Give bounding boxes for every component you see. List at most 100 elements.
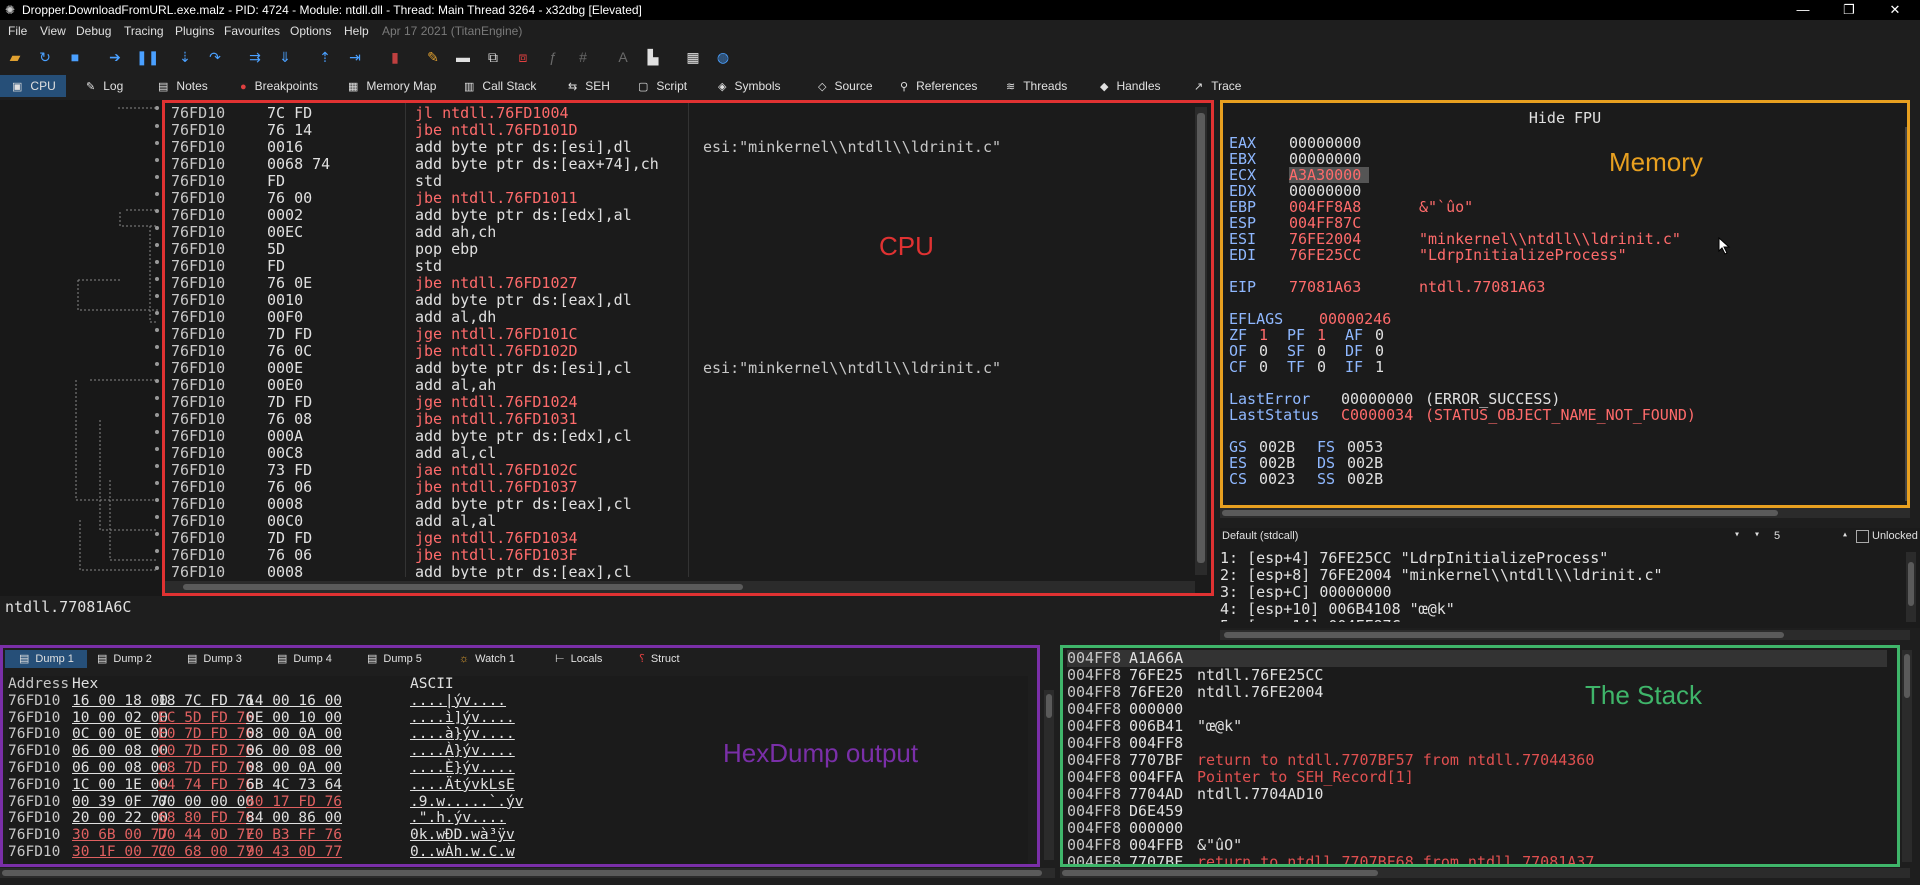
flag-value[interactable]: 1 — [1259, 327, 1287, 343]
dump-hex-group[interactable]: 06 00 08 00 — [72, 760, 168, 777]
dump-hex-group[interactable]: C0 68 00 77 — [158, 844, 254, 861]
args-scrollbar[interactable] — [1906, 552, 1916, 622]
disassembly-row[interactable]: 76FD10 0002 add byte ptr ds:[edx],al — [171, 207, 1191, 224]
dump-hex-group[interactable]: 16 00 18 00 — [72, 693, 168, 710]
flag-value[interactable]: 1 — [1317, 327, 1345, 343]
stack-row[interactable]: 004FF8 004FFA Pointer to SEH_Record[1] — [1067, 769, 1887, 786]
segment-value[interactable]: 002B — [1259, 455, 1317, 471]
dump-hex-group[interactable]: E0 B3 FF 76 — [246, 827, 342, 844]
memory-map-icon[interactable]: ▮ — [386, 48, 404, 66]
call-arg-row[interactable]: 4: [esp+10] 006B4108 "œ@k" — [1220, 601, 1910, 618]
tab-script[interactable]: ▢ Script — [638, 75, 687, 97]
dump-hex-group[interactable]: 10 00 02 00 — [72, 710, 168, 727]
flag-value[interactable]: 1 — [1375, 359, 1403, 375]
dump-ascii[interactable]: ....à}ýv.... — [410, 726, 515, 743]
disassembly-row[interactable]: 76FD10 73 FD jae ntdll.76FD102C — [171, 462, 1191, 479]
dump-ascii[interactable]: ....È}ýv.... — [410, 760, 515, 777]
dump-ascii[interactable]: ....ì]ýv.... — [410, 710, 515, 727]
disassembly-row[interactable]: 76FD10 76 06 jbe ntdll.76FD1037 — [171, 479, 1191, 496]
scroll-thumb[interactable] — [2, 870, 1042, 876]
stop-icon[interactable]: ■ — [66, 48, 84, 66]
scroll-thumb[interactable] — [1046, 694, 1052, 718]
hash-icon[interactable]: # — [574, 48, 592, 66]
tab-notes[interactable]: ▤ Notes — [158, 75, 208, 97]
scroll-thumb[interactable] — [1224, 632, 1784, 638]
arg-count-spinbox[interactable]: 5 — [1774, 530, 1780, 542]
stack-row[interactable]: 004FF8 7704AD ntdll.7704AD10 — [1067, 786, 1887, 803]
call-arg-row[interactable]: 1: [esp+4] 76FE25CC "LdrpInitializeProce… — [1220, 550, 1910, 567]
dump-hex-group[interactable]: 00 39 0F 77 — [72, 794, 168, 811]
register-value[interactable]: 00000000 — [1289, 183, 1419, 199]
dump-hex-group[interactable]: D0 44 0D 77 — [158, 827, 254, 844]
stack-row[interactable]: 004FF8 004FFB &"ûO" — [1067, 837, 1887, 854]
dump-ascii[interactable]: ....À}ýv.... — [410, 743, 515, 760]
dump-row[interactable]: 76FD10 00 39 0F 77 00 00 00 00 60 17 FD 76.… — [8, 794, 1028, 811]
stack-row[interactable]: 004FF8 006B41 "œ@k" — [1067, 718, 1887, 735]
segment-value[interactable]: 0023 — [1259, 471, 1317, 487]
register-value[interactable]: 004FF87C — [1289, 215, 1419, 231]
chevron-down-icon[interactable]: ▾ — [1734, 529, 1740, 540]
stack-row[interactable]: 004FF8 000000 — [1067, 820, 1887, 837]
dump-ascii[interactable]: .".h.ýv.... — [410, 810, 506, 827]
dump-hex-group[interactable]: 0C 00 0E 00 — [72, 726, 168, 743]
step-into-icon[interactable]: ⇣ — [176, 48, 194, 66]
step-over-icon[interactable]: ↷ — [206, 48, 224, 66]
calling-convention-select[interactable]: Default (stdcall) — [1222, 530, 1298, 542]
dump-ascii[interactable]: 0..wÀh.w.C.w — [410, 844, 515, 861]
function-icon[interactable]: ƒ — [544, 48, 562, 66]
disassembly-row[interactable]: 76FD10 FD std — [171, 258, 1191, 275]
comment-icon[interactable]: ⧉ — [484, 48, 502, 66]
dump-hex-group[interactable]: C4 74 FD 76 — [158, 777, 254, 794]
run-to-user-code-icon[interactable]: ⇥ — [346, 48, 364, 66]
tab-source[interactable]: ◇ Source — [818, 75, 873, 97]
disassembly-row[interactable]: 76FD10 76 0E jbe ntdll.76FD1027 — [171, 275, 1191, 292]
stack-horizontal-scrollbar[interactable] — [1060, 868, 1910, 878]
tab-threads[interactable]: ≋ Threads — [1006, 75, 1067, 97]
segment-value[interactable]: 002B — [1259, 439, 1317, 455]
dump-hex-group[interactable]: 06 00 08 00 — [246, 743, 342, 760]
args-horizontal-scrollbar[interactable] — [1220, 630, 1910, 640]
segment-value[interactable]: 0053 — [1347, 439, 1405, 455]
execute-till-return-icon[interactable]: ⇡ — [316, 48, 334, 66]
disassembly-row[interactable]: 76FD10 0016 add byte ptr ds:[esi],dl esi:"m… — [171, 139, 1191, 156]
tab-cpu[interactable]: ▣ CPU — [0, 75, 66, 97]
menu-file[interactable]: File — [8, 24, 27, 38]
tab-dump-3[interactable]: ▤ Dump 3 — [187, 650, 242, 668]
cpu-horizontal-scrollbar[interactable] — [165, 581, 1195, 593]
dump-hex-group[interactable]: 84 00 86 00 — [246, 810, 342, 827]
stack-vertical-scrollbar[interactable] — [1902, 650, 1912, 862]
dump-hex-group[interactable]: E0 7D FD 76 — [158, 726, 254, 743]
register-value[interactable]: 00000000 — [1289, 151, 1419, 167]
dump-hex-group[interactable]: 00 00 00 00 — [158, 794, 254, 811]
menu-debug[interactable]: Debug — [76, 24, 111, 38]
disassembly-row[interactable]: 76FD10 7D FD jge ntdll.76FD101C — [171, 326, 1191, 343]
dump-row[interactable]: 76FD10 10 00 02 00 EC 5D FD 76 0E 00 10 00.… — [8, 710, 1028, 727]
register-value[interactable]: 76FE25CC — [1289, 247, 1419, 263]
disassembly-row[interactable]: 76FD10 0008 add byte ptr ds:[eax],cl — [171, 496, 1191, 513]
stack-row[interactable]: 004FF8 7707BF return to ntdll.7707BF57 fro… — [1067, 752, 1887, 769]
trace-over-icon[interactable]: ⇓ — [276, 48, 294, 66]
dump-hex-group[interactable]: 20 00 22 00 — [72, 810, 168, 827]
flag-value[interactable]: 0 — [1259, 359, 1287, 375]
call-arguments-pane[interactable]: Default (stdcall) ▾ ▾ 5 ▴ Unlocked 1: [e… — [1220, 528, 1920, 628]
dump-hex-group[interactable]: 08 00 0A 00 — [246, 760, 342, 777]
disassembly-row[interactable]: 76FD10 7D FD jge ntdll.76FD1024 — [171, 394, 1191, 411]
registers-horizontal-scrollbar[interactable] — [1220, 508, 1910, 518]
disassembly-row[interactable]: 76FD10 0068 74 add byte ptr ds:[eax+74],ch — [171, 156, 1191, 173]
tab-struct[interactable]: ⸮ Struct — [639, 650, 680, 668]
disassembly-row[interactable]: 76FD10 000E add byte ptr ds:[esi],cl esi:"m… — [171, 360, 1191, 377]
disassembly-row[interactable]: 76FD10 00F0 add al,dh — [171, 309, 1191, 326]
font-icon[interactable]: A — [614, 48, 632, 66]
tab-watch-1[interactable]: ☼ Watch 1 — [459, 650, 515, 668]
calculator-icon[interactable]: ▦ — [684, 48, 702, 66]
menu-help[interactable]: Help — [344, 24, 369, 38]
menu-favourites[interactable]: Favourites — [224, 24, 280, 38]
dump-row[interactable]: 76FD10 30 1F 00 77 C0 68 00 77 90 43 0D 77 0… — [8, 844, 1028, 861]
dump-ascii[interactable]: ....ÄtývkLsE — [410, 777, 515, 794]
scroll-thumb[interactable] — [1904, 654, 1910, 698]
scroll-thumb[interactable] — [1908, 562, 1914, 606]
flag-value[interactable]: 0 — [1317, 343, 1345, 359]
disassembly-row[interactable]: 76FD10 76 06 jbe ntdll.76FD103F — [171, 547, 1191, 564]
maximize-button[interactable]: ❐ — [1826, 0, 1872, 20]
stack-row[interactable]: 004FF8 7707BF return to ntdll.7707BF68 fro… — [1067, 854, 1887, 865]
